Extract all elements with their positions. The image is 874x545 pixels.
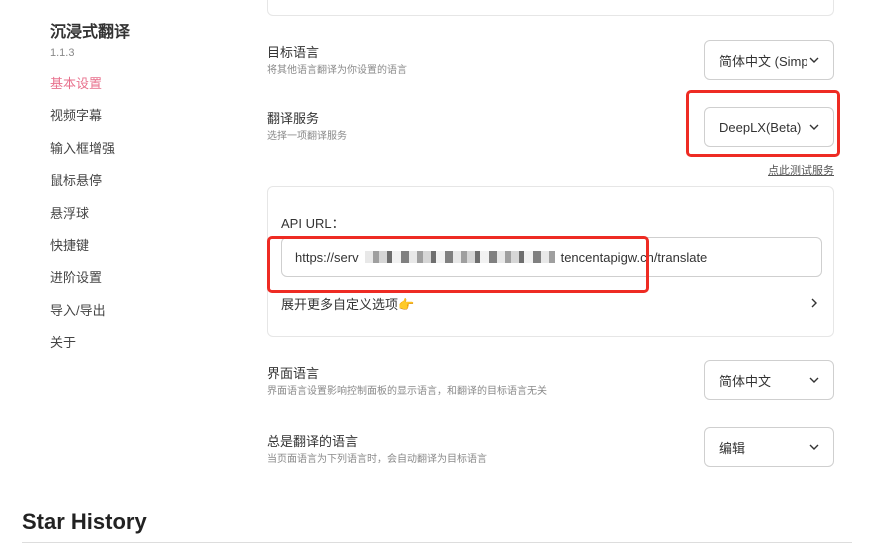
sidebar-item-input-enhance[interactable]: 输入框增强 bbox=[50, 133, 200, 165]
service-highlight-box bbox=[686, 90, 840, 157]
sidebar-item-floating-ball[interactable]: 悬浮球 bbox=[50, 198, 200, 230]
ui-language-select[interactable]: 简体中文 bbox=[704, 360, 834, 400]
sidebar-nav: 基本设置 视频字幕 输入框增强 鼠标悬停 悬浮球 快捷键 进阶设置 导入/导出 … bbox=[50, 68, 200, 360]
always-translate-select[interactable]: 编辑 bbox=[704, 427, 834, 467]
always-translate-row: 总是翻译的语言 当页面语言为下列语言时，会自动翻译为目标语言 编辑 bbox=[267, 427, 834, 472]
ui-language-value: 简体中文 bbox=[719, 373, 772, 389]
chevron-right-icon bbox=[807, 296, 821, 310]
app-title: 沉浸式翻译 bbox=[50, 24, 131, 41]
chevron-down-icon bbox=[807, 53, 821, 67]
target-language-value: 简体中文 (Simplified Chinese) bbox=[719, 53, 807, 69]
expand-custom-options-label: 展开更多自定义选项👉 bbox=[281, 296, 415, 312]
test-service-link[interactable]: 点此测试服务 bbox=[768, 162, 834, 178]
sidebar-item-shortcuts[interactable]: 快捷键 bbox=[50, 230, 200, 262]
sidebar-item-video-subtitles[interactable]: 视频字幕 bbox=[50, 100, 200, 132]
ui-language-row: 界面语言 界面语言设置影响控制面板的显示语言，和翻译的目标语言无关 简体中文 bbox=[267, 360, 834, 404]
divider bbox=[22, 542, 852, 543]
target-language-row: 目标语言 将其他语言翻译为你设置的语言 简体中文 (Simplified Chi… bbox=[267, 40, 834, 83]
sidebar-item-basic-settings[interactable]: 基本设置 bbox=[50, 68, 200, 100]
sidebar-item-advanced[interactable]: 进阶设置 bbox=[50, 262, 200, 294]
chevron-down-icon bbox=[807, 373, 821, 387]
sidebar-item-about[interactable]: 关于 bbox=[50, 327, 200, 359]
previous-card bbox=[267, 0, 834, 16]
sidebar: 沉浸式翻译 1.1.3 基本设置 视频字幕 输入框增强 鼠标悬停 悬浮球 快捷键… bbox=[50, 22, 200, 360]
target-language-select[interactable]: 简体中文 (Simplified Chinese) bbox=[704, 40, 834, 80]
chevron-down-icon bbox=[807, 440, 821, 454]
star-history-heading: Star History bbox=[22, 509, 147, 534]
sidebar-item-import-export[interactable]: 导入/导出 bbox=[50, 295, 200, 327]
api-url-highlight-box bbox=[267, 236, 649, 293]
app-version: 1.1.3 bbox=[50, 47, 75, 59]
always-translate-value: 编辑 bbox=[719, 440, 746, 456]
sidebar-item-mouse-hover[interactable]: 鼠标悬停 bbox=[50, 165, 200, 197]
expand-custom-options[interactable]: 展开更多自定义选项👉 bbox=[281, 291, 821, 315]
api-url-label: API URL： bbox=[281, 216, 345, 231]
